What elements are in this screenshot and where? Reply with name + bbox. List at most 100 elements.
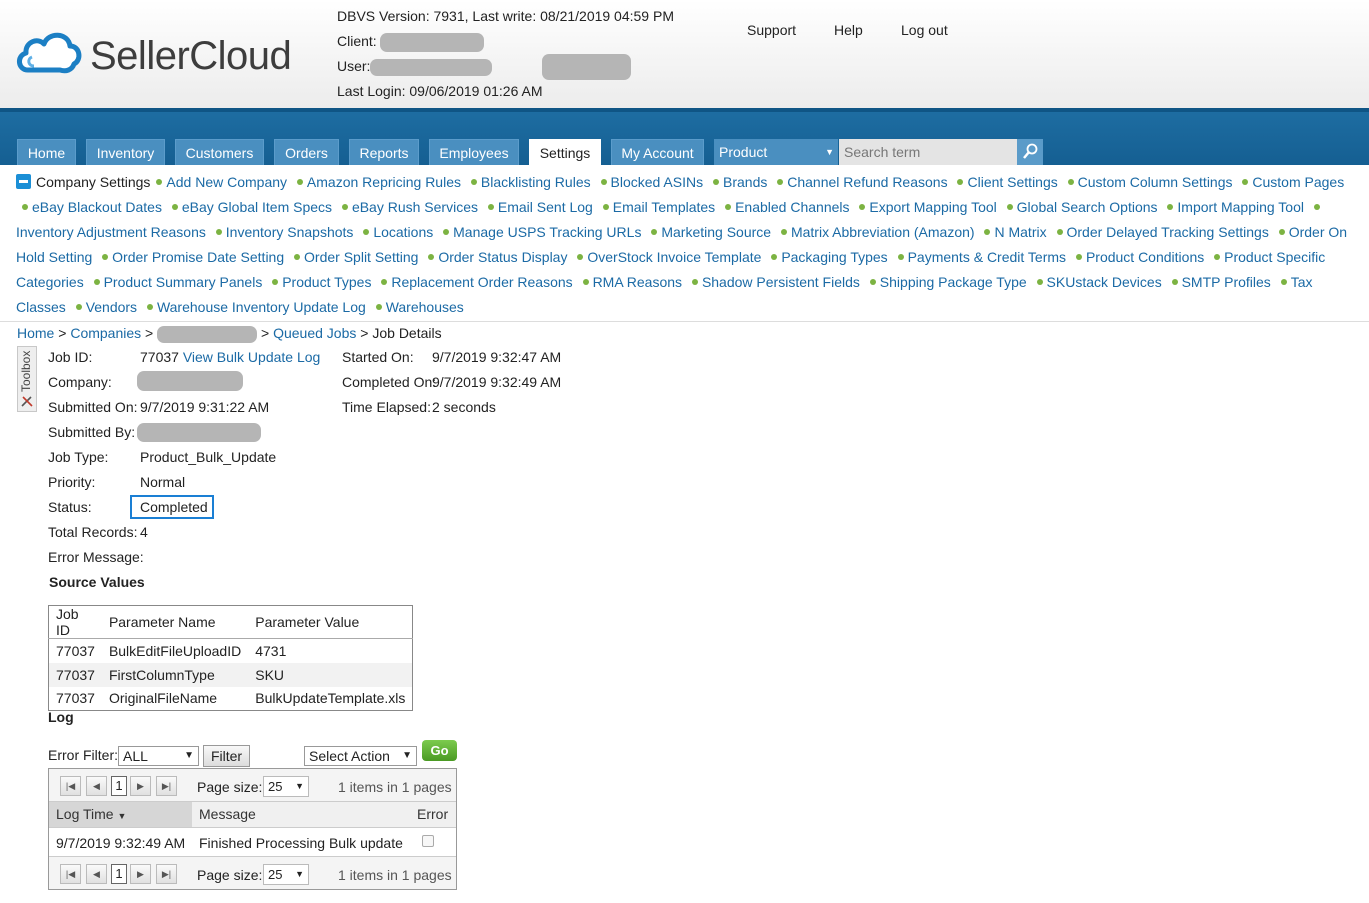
- settings-link-client-settings[interactable]: Client Settings: [967, 174, 1057, 190]
- settings-link-ebay-rush-services[interactable]: eBay Rush Services: [352, 199, 478, 215]
- tab-reports[interactable]: Reports: [349, 139, 419, 165]
- breadcrumb-companies[interactable]: Companies: [70, 325, 141, 341]
- settings-link-import-mapping-tool[interactable]: Import Mapping Tool: [1177, 199, 1304, 215]
- settings-link-skustack-devices[interactable]: SKUstack Devices: [1047, 274, 1162, 290]
- help-link[interactable]: Help: [834, 22, 863, 38]
- settings-link-email-templates[interactable]: Email Templates: [613, 199, 715, 215]
- column-header-message[interactable]: Message: [199, 806, 256, 822]
- settings-link-rma-reasons[interactable]: RMA Reasons: [593, 274, 682, 290]
- bullet-icon: [428, 254, 435, 260]
- settings-link-inventory-adjustment-reasons[interactable]: Inventory Adjustment Reasons: [16, 224, 206, 240]
- tab-orders[interactable]: Orders: [274, 139, 339, 165]
- filter-button[interactable]: Filter: [203, 745, 250, 767]
- select-action-dropdown[interactable]: Select Action ▼: [304, 746, 417, 766]
- breadcrumb-queued-jobs[interactable]: Queued Jobs: [273, 325, 356, 341]
- settings-link-vendors[interactable]: Vendors: [86, 299, 137, 315]
- support-link[interactable]: Support: [747, 22, 796, 38]
- next-page-icon[interactable]: ▶: [130, 776, 151, 796]
- tab-my-account[interactable]: My Account: [611, 139, 704, 165]
- settings-link-order-status-display[interactable]: Order Status Display: [438, 249, 567, 265]
- breadcrumb-separator: >: [58, 325, 67, 341]
- settings-link-product-types[interactable]: Product Types: [282, 274, 371, 290]
- settings-link-matrix-abbreviation-amazon[interactable]: Matrix Abbreviation (Amazon): [791, 224, 975, 240]
- logout-link[interactable]: Log out: [901, 22, 948, 38]
- settings-link-email-sent-log[interactable]: Email Sent Log: [498, 199, 593, 215]
- settings-link-export-mapping-tool[interactable]: Export Mapping Tool: [869, 199, 996, 215]
- user-label: User:: [337, 58, 371, 74]
- bullet-icon: [1242, 179, 1249, 185]
- bullet-icon: [1280, 279, 1287, 285]
- sellercloud-logo[interactable]: SellerCloud: [14, 26, 324, 82]
- tab-customers[interactable]: Customers: [175, 139, 264, 165]
- settings-link-custom-column-settings[interactable]: Custom Column Settings: [1078, 174, 1233, 190]
- view-bulk-update-log-link[interactable]: View Bulk Update Log: [183, 349, 321, 365]
- page-size-select[interactable]: 25 ▼: [263, 776, 309, 797]
- settings-link-product-conditions[interactable]: Product Conditions: [1086, 249, 1204, 265]
- first-page-icon[interactable]: |◀: [60, 864, 81, 884]
- collapse-icon[interactable]: [16, 174, 31, 189]
- table-cell: FirstColumnType: [101, 662, 249, 687]
- tab-settings[interactable]: Settings: [529, 139, 601, 166]
- settings-link-n-matrix[interactable]: N Matrix: [994, 224, 1046, 240]
- total-records-label: Total Records:: [48, 524, 138, 540]
- page-number[interactable]: 1: [111, 776, 127, 796]
- page-number[interactable]: 1: [111, 864, 127, 884]
- settings-link-add-new-company[interactable]: Add New Company: [166, 174, 287, 190]
- settings-link-marketing-source[interactable]: Marketing Source: [661, 224, 771, 240]
- settings-link-global-search-options[interactable]: Global Search Options: [1017, 199, 1158, 215]
- breadcrumb-home[interactable]: Home: [17, 325, 54, 341]
- last-page-icon[interactable]: ▶|: [156, 776, 177, 796]
- settings-link-smtp-profiles[interactable]: SMTP Profiles: [1182, 274, 1271, 290]
- client-line: Client:: [337, 29, 674, 54]
- settings-link-ebay-global-item-specs[interactable]: eBay Global Item Specs: [182, 199, 332, 215]
- settings-link-order-promise-date-setting[interactable]: Order Promise Date Setting: [112, 249, 284, 265]
- error-checkbox[interactable]: [422, 835, 434, 847]
- bullet-icon: [713, 179, 719, 185]
- settings-link-warehouse-inventory-update-log[interactable]: Warehouse Inventory Update Log: [157, 299, 366, 315]
- last-page-icon[interactable]: ▶|: [156, 864, 177, 884]
- settings-link-payments-credit-terms[interactable]: Payments & Credit Terms: [908, 249, 1066, 265]
- search-scope-select[interactable]: Product ▼: [714, 139, 838, 165]
- settings-link-order-split-setting[interactable]: Order Split Setting: [304, 249, 418, 265]
- settings-link-warehouses[interactable]: Warehouses: [386, 299, 464, 315]
- settings-link-product-summary-panels[interactable]: Product Summary Panels: [104, 274, 263, 290]
- settings-link-locations[interactable]: Locations: [373, 224, 433, 240]
- settings-link-blocked-asins[interactable]: Blocked ASINs: [611, 174, 704, 190]
- settings-link-blacklisting-rules[interactable]: Blacklisting Rules: [481, 174, 591, 190]
- settings-link-replacement-order-reasons[interactable]: Replacement Order Reasons: [391, 274, 572, 290]
- settings-link-shipping-package-type[interactable]: Shipping Package Type: [880, 274, 1027, 290]
- tab-employees[interactable]: Employees: [429, 139, 519, 165]
- table-header-row: Job ID Parameter Name Parameter Value: [48, 605, 413, 639]
- settings-link-brands[interactable]: Brands: [723, 174, 767, 190]
- error-filter-select[interactable]: ALL ▼: [118, 746, 199, 766]
- search-input[interactable]: [839, 139, 1017, 165]
- page-size-select[interactable]: 25 ▼: [263, 864, 309, 885]
- column-header-error[interactable]: Error: [417, 806, 448, 822]
- nav-strip: [0, 108, 1369, 112]
- settings-link-ebay-blackout-dates[interactable]: eBay Blackout Dates: [32, 199, 162, 215]
- completed-on-value: 9/7/2019 9:32:49 AM: [432, 374, 562, 390]
- settings-link-enabled-channels[interactable]: Enabled Channels: [735, 199, 849, 215]
- settings-link-manage-usps-tracking-urls[interactable]: Manage USPS Tracking URLs: [453, 224, 641, 240]
- prev-page-icon[interactable]: ◀: [86, 864, 107, 884]
- search-button[interactable]: [1017, 139, 1043, 165]
- settings-link-overstock-invoice-template[interactable]: OverStock Invoice Template: [587, 249, 761, 265]
- source-values-title: Source Values: [49, 574, 145, 590]
- settings-link-shadow-persistent-fields[interactable]: Shadow Persistent Fields: [702, 274, 860, 290]
- settings-link-packaging-types[interactable]: Packaging Types: [781, 249, 887, 265]
- settings-link-amazon-repricing-rules[interactable]: Amazon Repricing Rules: [307, 174, 461, 190]
- tab-home[interactable]: Home: [17, 139, 76, 165]
- column-header-log-time[interactable]: Log Time ▼: [56, 806, 126, 822]
- go-button[interactable]: Go: [422, 740, 457, 761]
- toolbox-toggle[interactable]: Toolbox: [17, 346, 37, 412]
- redacted-submitter: [137, 422, 261, 442]
- prev-page-icon[interactable]: ◀: [86, 776, 107, 796]
- account-info: DBVS Version: 7931, Last write: 08/21/20…: [337, 4, 674, 104]
- next-page-icon[interactable]: ▶: [130, 864, 151, 884]
- first-page-icon[interactable]: |◀: [60, 776, 81, 796]
- settings-link-custom-pages[interactable]: Custom Pages: [1252, 174, 1344, 190]
- tab-inventory[interactable]: Inventory: [86, 139, 165, 165]
- settings-link-channel-refund-reasons[interactable]: Channel Refund Reasons: [787, 174, 947, 190]
- settings-link-inventory-snapshots[interactable]: Inventory Snapshots: [226, 224, 354, 240]
- settings-link-order-delayed-tracking-settings[interactable]: Order Delayed Tracking Settings: [1067, 224, 1269, 240]
